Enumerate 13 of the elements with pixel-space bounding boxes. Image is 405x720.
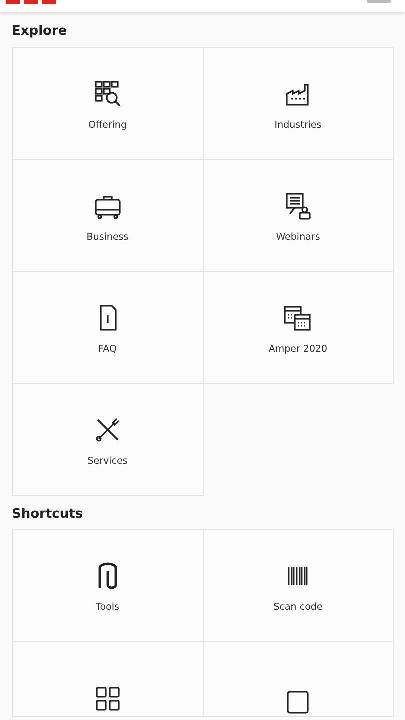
menu-tile[interactable]: Scan code xyxy=(202,529,394,642)
section-heading: Shortcuts xyxy=(11,506,84,524)
grid-search-icon xyxy=(92,78,123,109)
section-heading: Explore xyxy=(11,23,68,41)
menu-tile[interactable]: Services xyxy=(12,382,204,496)
menu-tile[interactable]: Tools xyxy=(12,529,204,642)
menu-tile[interactable] xyxy=(12,641,204,717)
menu-tile[interactable]: Industries xyxy=(202,46,394,160)
logo-icon xyxy=(6,0,58,5)
menu-tile[interactable] xyxy=(202,641,394,717)
menu-tile[interactable]: Amper 2020 xyxy=(202,270,394,384)
presentation-icon xyxy=(283,190,314,221)
menu-tile[interactable]: Offering xyxy=(12,46,204,160)
